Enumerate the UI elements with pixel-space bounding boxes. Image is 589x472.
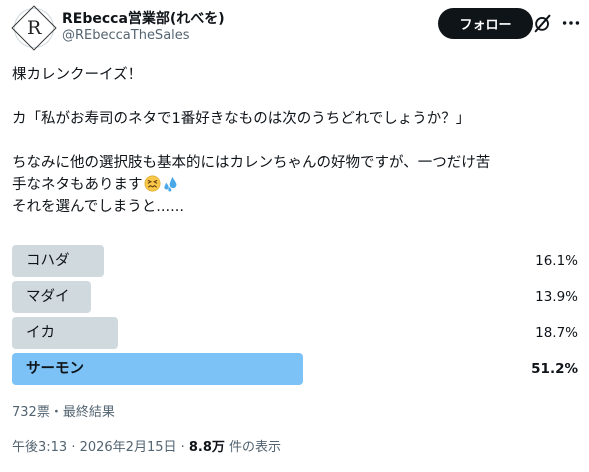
poll-option[interactable]: コハダ 16.1% [12,245,582,277]
avatar[interactable]: R [11,5,57,51]
poll: コハダ 16.1% マダイ 13.9% イカ 18.7% サーモン 51.2% [12,245,582,389]
confounded-face-emoji [144,175,160,192]
tweet-line: それを選んでしまうと...... [12,199,184,215]
sweat-droplets-emoji [163,176,176,192]
poll-option-label: サーモン [26,361,84,377]
poll-option-percent: 51.2% [531,361,578,377]
tweet-text: 棵カレンクーイズ！ カ「私がお寿司のネタで1番好きなものは次のうちどれでしょうか… [12,64,582,218]
poll-option[interactable]: マダイ 13.9% [12,281,582,313]
poll-option-label: マダイ [26,289,70,305]
poll-option-percent: 18.7% [535,325,578,341]
poll-option[interactable]: イカ 18.7% [12,317,582,349]
avatar-logo-letter: R [26,17,42,39]
display-name[interactable]: REbecca営業部(れべを) [62,8,225,28]
poll-option-percent: 13.9% [535,289,578,305]
poll-option-label: イカ [26,325,55,341]
poll-option-winner[interactable]: サーモン 51.2% [12,353,582,385]
tweet-header: R REbecca営業部(れべを) @REbeccaTheSales フォロー [11,5,582,51]
poll-summary: 732票・最終結果 [12,405,115,420]
views-count: 8.8万 [188,440,225,455]
grok-icon[interactable] [532,12,554,34]
tweet-line: 手なネタもあります [12,177,143,193]
tweet-line: カ「私がお寿司のネタで1番好きなものは次のうちどれでしょうか？」 [12,111,471,127]
user-handle[interactable]: @REbeccaTheSales [62,28,190,43]
tweet-line-with-emoji: 手なネタもあります [12,174,582,196]
tweet-meta: 午後3:13 · 2026年2月15日 · 8.8万 件の表示 [12,436,281,455]
poll-option-label: コハダ [26,253,70,269]
tweet-line: ちなみに他の選択肢も基本的にはカレンちゃんの好物ですが、一つだけ苦 [12,155,491,171]
avatar-logo-frame: R [11,5,57,51]
timestamp[interactable]: 午後3:13 · 2026年2月15日 · [12,440,189,455]
more-horizontal-icon[interactable] [560,12,582,34]
tweet-line: 棵カレンクーイズ！ [12,67,143,83]
follow-button[interactable]: フォロー [438,8,533,39]
views-label: 件の表示 [224,440,282,455]
poll-option-percent: 16.1% [535,253,578,269]
